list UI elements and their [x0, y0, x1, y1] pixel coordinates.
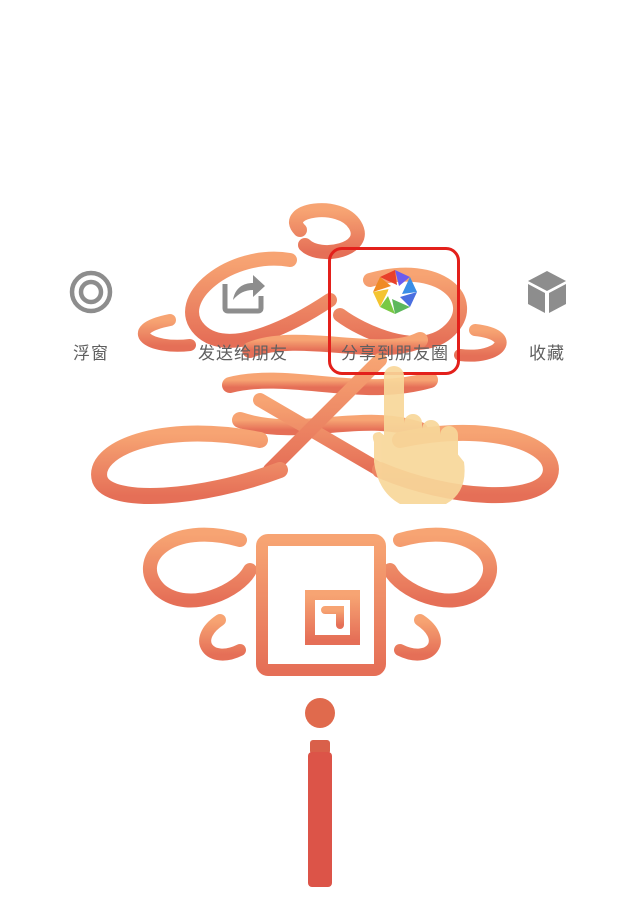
floating-window-icon	[66, 267, 116, 317]
chinese-knot-fu-artwork	[91, 203, 559, 887]
favorite-label: 收藏	[529, 344, 565, 364]
float-window-label: 浮窗	[73, 344, 109, 364]
send-to-friend-label: 发送给朋友	[198, 344, 288, 364]
share-forward-icon	[218, 267, 268, 317]
float-window-button[interactable]: 浮窗	[16, 255, 166, 365]
favorite-cube-icon	[522, 267, 572, 317]
pointing-hand-icon	[372, 366, 465, 504]
share-to-moments-label: 分享到朋友圈	[341, 344, 449, 364]
share-menu: 浮窗 发送给朋友 分享到朋友圈 收藏	[0, 255, 640, 375]
favorite-button[interactable]: 收藏	[472, 255, 622, 365]
share-to-moments-button[interactable]: 分享到朋友圈	[320, 255, 470, 365]
moments-aperture-icon	[370, 267, 420, 317]
send-to-friend-button[interactable]: 发送给朋友	[168, 255, 318, 365]
